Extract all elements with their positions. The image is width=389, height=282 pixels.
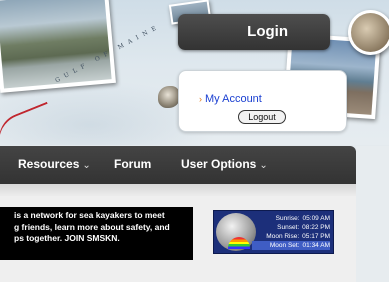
nav-label: User Options [181,157,257,171]
logout-button[interactable]: Logout [238,110,286,124]
login-title: Login [247,23,288,40]
intro-text: is a network for sea kayakers to meet g … [0,207,193,260]
weather-widget: Sunrise: 05:09 AM Sunset: 08:22 PM Moon Ri… [213,210,334,254]
weather-times: Sunrise: 05:09 AM Sunset: 08:22 PM Moon Ri… [252,214,330,250]
my-account-link[interactable]: › My Account [199,93,262,105]
nav-item-resources[interactable]: Resources ⌄ [18,157,91,171]
account-box: › My Account Logout [178,70,347,132]
sunrise-row: Sunrise: 05:09 AM [275,215,330,222]
nav-item-user-options[interactable]: User Options ⌄ [181,157,268,171]
moon-set-row: Moon Set: 01:34 AM [252,241,330,250]
sunset-row: Sunset: 08:22 PM [277,224,330,231]
login-panel-header: Login [178,14,330,50]
nav-item-forum[interactable]: Forum [114,157,151,171]
bird-image [158,86,180,108]
moon-rise-row: Moon Rise: 05:17 PM [266,233,330,240]
main-nav: Resources ⌄ Forum User Options ⌄ [0,146,356,184]
round-photo [348,10,389,55]
nav-label: Forum [114,157,152,171]
chevron-down-icon: ⌄ [259,160,268,171]
nav-subbar [0,184,356,196]
my-account-label: My Account [205,93,262,105]
chevron-down-icon: ⌄ [82,160,91,171]
nav-label: Resources [18,157,80,171]
chevron-right-icon: › [199,94,202,104]
